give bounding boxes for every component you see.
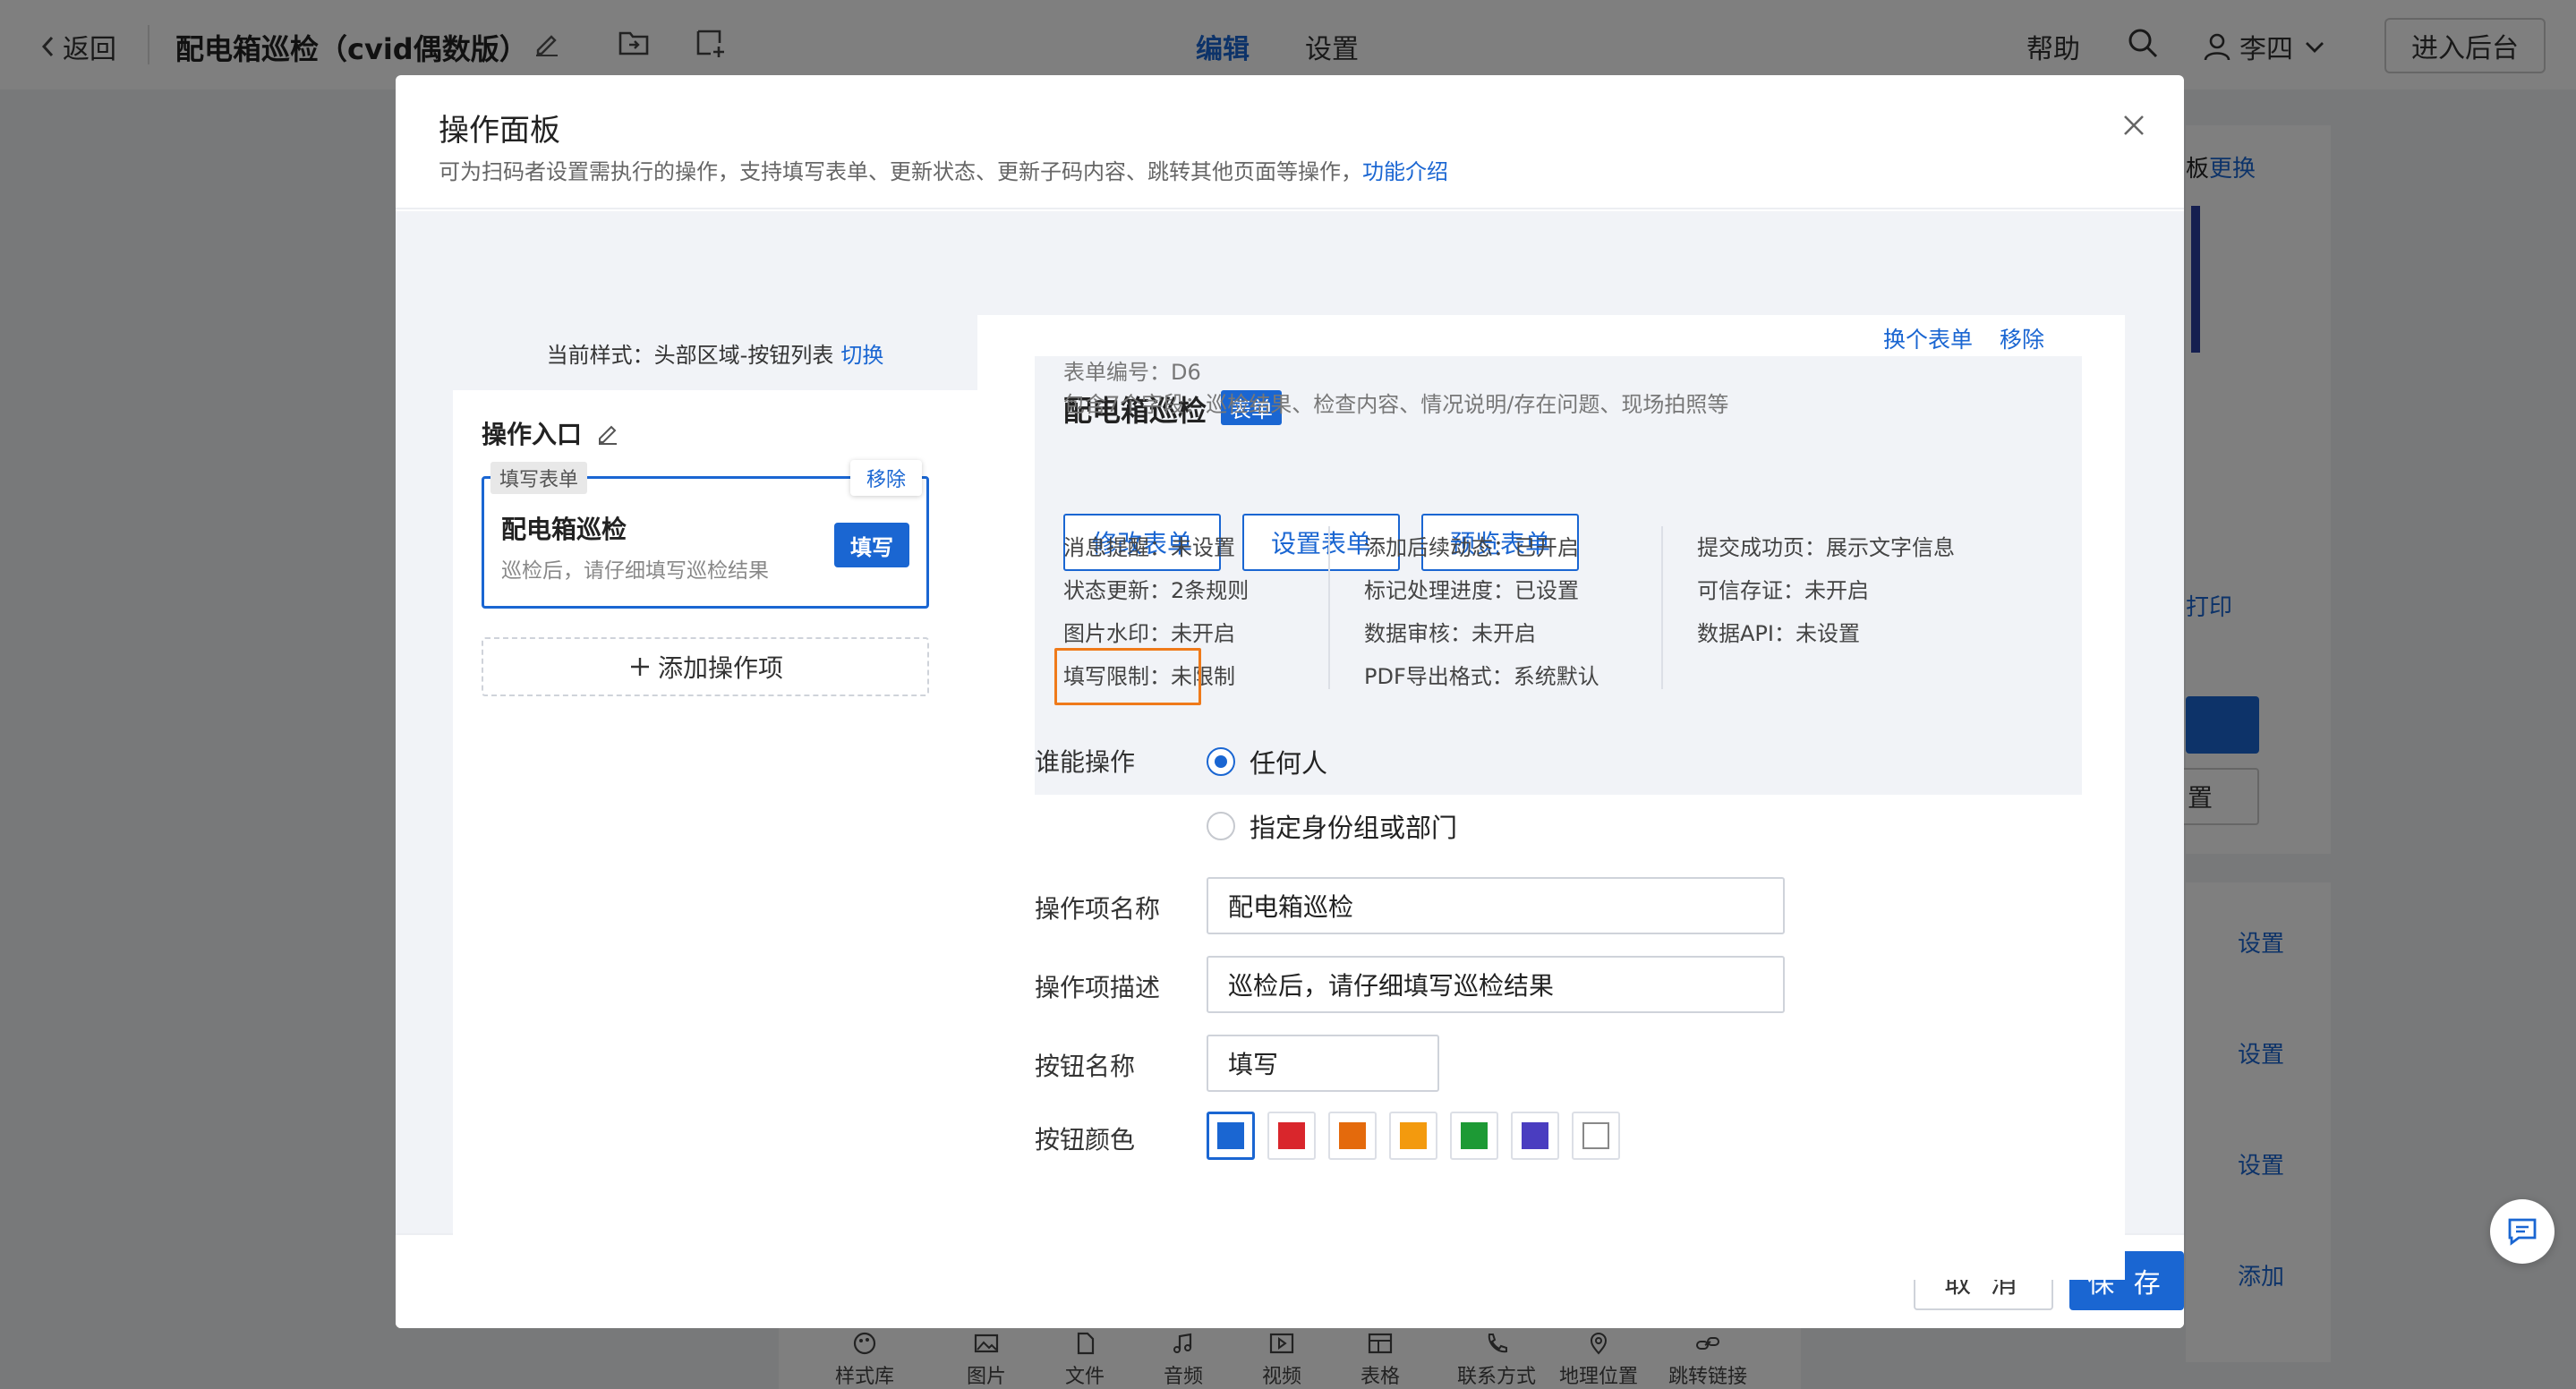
chat-button[interactable] — [2490, 1199, 2555, 1264]
color-swatch-fill — [1522, 1122, 1548, 1149]
plus-icon — [630, 658, 649, 676]
add-operation-label: 添加操作项 — [657, 653, 783, 683]
setting-data-api[interactable]: 数据API：未设置 — [1697, 616, 1860, 647]
radio-unchecked — [1207, 812, 1235, 840]
radio-specific-group-label: 指定身份组或部门 — [1250, 813, 1458, 843]
color-swatch-fill — [1217, 1122, 1244, 1149]
color-swatch[interactable] — [1511, 1112, 1559, 1160]
switch-style-link[interactable]: 切换 — [840, 337, 883, 369]
color-swatch-fill — [1278, 1122, 1305, 1149]
current-style-text: 当前样式：头部区域-按钮列表 — [546, 342, 834, 368]
setting-success-page[interactable]: 提交成功页：展示文字信息 — [1697, 530, 1955, 561]
setting-message-reminder[interactable]: 消息提醒：未设置 — [1063, 530, 1235, 561]
edit-icon[interactable] — [596, 422, 619, 446]
color-swatch[interactable] — [1572, 1112, 1620, 1160]
button-color-label: 按钮颜色 — [1035, 1125, 1136, 1155]
entry-title: 操作入口 — [482, 415, 619, 451]
setting-trusted-evidence[interactable]: 可信存证：未开启 — [1697, 573, 1869, 604]
color-swatch[interactable] — [1267, 1112, 1316, 1160]
chat-icon — [2508, 1218, 2537, 1246]
setting-pdf-format[interactable]: PDF导出格式：系统默认 — [1364, 659, 1599, 690]
entry-type-tag: 填写表单 — [490, 462, 588, 494]
color-swatch-fill — [1400, 1122, 1427, 1149]
setting-data-review[interactable]: 数据审核：未开启 — [1364, 616, 1536, 647]
form-fields: 包含7个字段：巡检结果、检查内容、情况说明/存在问题、现场拍照等 — [1063, 392, 1729, 417]
change-form-link[interactable]: 换个表单 — [1883, 322, 1973, 354]
radio-specific-group[interactable]: 指定身份组或部门 — [1207, 807, 1457, 845]
remove-form-link[interactable]: 移除 — [2000, 322, 2044, 354]
button-name-label: 按钮名称 — [1035, 1052, 1136, 1081]
color-swatch[interactable] — [1328, 1112, 1377, 1160]
color-swatch-fill — [1339, 1122, 1366, 1149]
color-swatch[interactable] — [1389, 1112, 1437, 1160]
entry-description: 巡检后，请仔细填写巡检结果 — [501, 559, 769, 583]
entry-fill-button[interactable]: 填写 — [834, 523, 909, 567]
color-swatch-fill — [1582, 1122, 1609, 1149]
operation-desc-input[interactable]: 巡检后，请仔细填写巡检结果 — [1207, 956, 1785, 1013]
form-number: 表单编号：D6 — [1063, 360, 1201, 385]
modal-content: 当前样式：头部区域-按钮列表 切换 操作入口 填写表单 移除 配电箱巡检 巡检后… — [396, 75, 2184, 1328]
current-style-bar: 当前样式：头部区域-按钮列表 切换 — [453, 315, 977, 390]
setting-progress-mark[interactable]: 标记处理进度：已设置 — [1364, 573, 1579, 604]
setting-image-watermark[interactable]: 图片水印：未开启 — [1063, 616, 1235, 647]
add-operation-button[interactable]: 添加操作项 — [482, 637, 929, 696]
button-name-input[interactable]: 填写 — [1207, 1035, 1439, 1092]
operation-name-input[interactable]: 配电箱巡检 — [1207, 877, 1785, 934]
fill-limit-highlight — [1054, 648, 1201, 705]
radio-anyone[interactable]: 任何人 — [1207, 743, 1327, 780]
who-can-operate-label: 谁能操作 — [1035, 747, 1136, 777]
setting-status-update[interactable]: 状态更新：2条规则 — [1063, 573, 1249, 604]
operation-desc-label: 操作项描述 — [1035, 973, 1161, 1002]
operation-name-label: 操作项名称 — [1035, 894, 1161, 924]
color-swatch[interactable] — [1207, 1112, 1255, 1160]
radio-checked — [1207, 747, 1235, 776]
column-divider — [1328, 526, 1330, 689]
radio-anyone-label: 任何人 — [1250, 748, 1328, 779]
entry-name: 配电箱巡检 — [501, 515, 627, 544]
setting-follow-up[interactable]: 添加后续动态：已开启 — [1364, 530, 1579, 561]
entry-title-text: 操作入口 — [482, 420, 583, 449]
color-swatch[interactable] — [1450, 1112, 1498, 1160]
color-swatch-fill — [1461, 1122, 1488, 1149]
panel-pointer — [960, 530, 979, 566]
entry-remove-button[interactable]: 移除 — [850, 460, 922, 496]
column-divider — [1661, 526, 1663, 689]
